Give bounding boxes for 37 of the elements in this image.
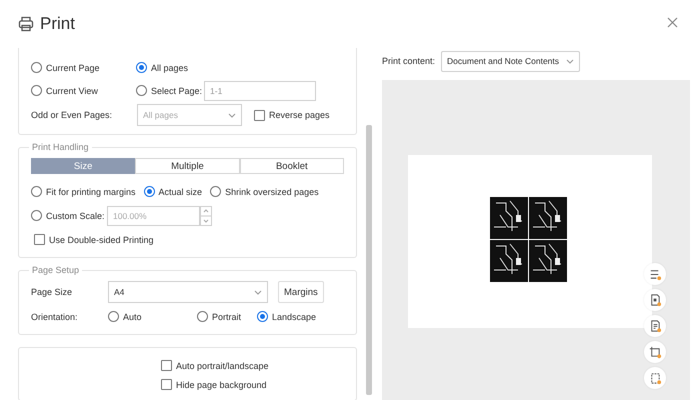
caret-icon [228,112,236,118]
radio-button[interactable]: Portrait [197,311,257,322]
tab[interactable]: Booklet [240,158,344,174]
field-label: Orientation: [31,312,79,322]
checkbox[interactable]: Auto portrait/landscape [161,360,269,371]
scrollbar[interactable] [366,125,372,395]
radio-button[interactable]: Select Page: [136,85,202,96]
page-button[interactable] [644,315,666,337]
page-button[interactable] [644,289,666,311]
caret-icon [254,290,262,294]
checkbox[interactable]: Use Double-sided Printing [34,234,154,245]
printer-icon [18,16,34,32]
page-size-dropdown[interactable]: A4 [108,281,268,303]
radio-button[interactable]: Current View [31,85,136,96]
window-title: Print [40,14,75,34]
close-icon [667,17,678,28]
radio-button[interactable]: Actual size [144,186,202,197]
page-button[interactable] [644,367,666,389]
radio-button[interactable]: All pages [136,62,188,73]
checkbox[interactable]: Reverse pages [254,110,330,120]
checkbox[interactable]: Hide page background [161,379,267,390]
radio-button[interactable]: Shrink oversized pages [210,186,319,197]
field-label: Page Size [31,287,74,297]
margins-button[interactable]: Margins [278,281,324,303]
radio-button[interactable]: Fit for printing margins [31,186,136,197]
section-title: Print Handling [32,142,89,152]
field-label: Print content: [382,56,436,66]
caret-icon [566,58,574,64]
radio-button[interactable]: Current Page [31,62,136,73]
crop-icon [648,345,662,359]
tab[interactable]: Multiple [135,158,240,174]
radio-button[interactable]: Auto [108,311,197,322]
field-label: Odd or Even Pages: [31,110,114,120]
radio-button[interactable]: Landscape [257,311,316,322]
section-title: Page Setup [32,265,80,275]
print-content-dropdown[interactable]: Document and Note Contents [441,50,580,72]
crop-button[interactable] [644,341,666,363]
